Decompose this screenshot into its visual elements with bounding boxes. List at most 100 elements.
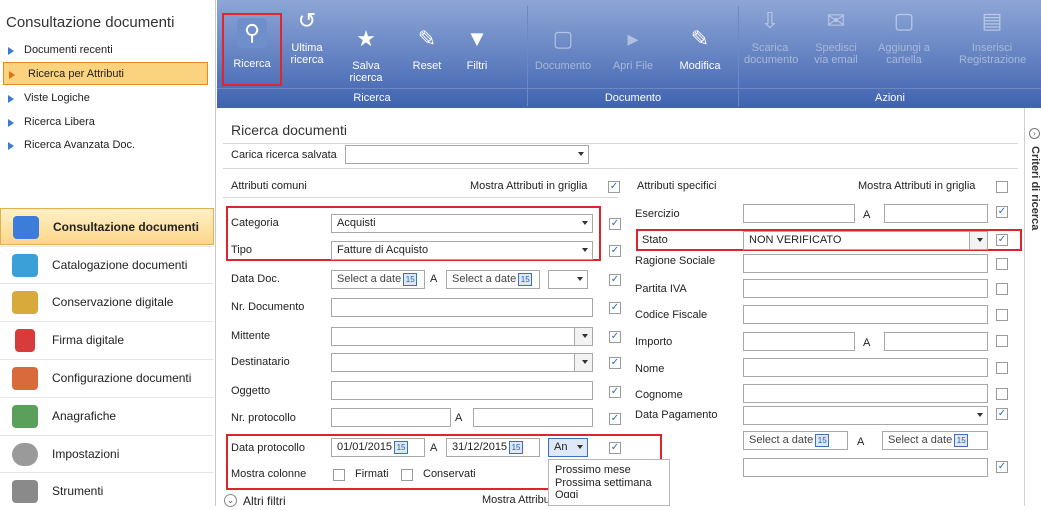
datapag-select[interactable] [743,406,988,425]
module-configurazione[interactable]: Configurazione documenti [0,359,214,396]
oggetto-checkbox[interactable]: ✓ [609,386,621,398]
apri-file-button[interactable]: ▸ Apri File [605,24,661,73]
ragione-checkbox[interactable] [996,258,1008,270]
firmati-checkbox[interactable] [333,469,345,481]
dataprot-label: Data protocollo [231,442,305,454]
aggiungi-cartella-button[interactable]: ▢ Aggiungi a cartella [872,6,936,67]
tipo-select[interactable]: Fatture di Acquisto [331,241,593,260]
filtri-button[interactable]: ▼ Filtri [455,24,499,73]
module-anagrafiche[interactable]: Anagrafiche [0,397,214,434]
ultima-ricerca-button[interactable]: ↺ Ultima ricerca [285,6,329,67]
datadoc-period-select[interactable] [548,270,588,289]
dataprot-from-input[interactable]: 01/01/2015 15 [331,438,425,457]
side-tab-label[interactable]: Criteri di ricerca [1029,146,1041,230]
ragione-input[interactable] [743,254,988,273]
mittente-select[interactable] [331,327,593,346]
expand-icon[interactable]: ⌄ [224,494,237,507]
calendar-icon[interactable]: 15 [403,272,418,286]
datapag-checkbox[interactable]: ✓ [996,408,1008,420]
cf-checkbox[interactable] [996,309,1008,321]
salva-ricerca-button[interactable]: ★ Salva ricerca [335,24,397,85]
cognome-checkbox[interactable] [996,388,1008,400]
nome-input[interactable] [743,358,988,377]
calendar-icon[interactable]: 15 [509,440,524,454]
ricerca-button[interactable]: ⚲ Ricerca [227,18,277,70]
calendar-icon[interactable]: 15 [954,433,969,447]
tipo-checkbox[interactable]: ✓ [609,245,621,257]
categoria-label: Categoria [231,217,279,229]
piva-input[interactable] [743,279,988,298]
nav-ricerca-avanzata[interactable]: Ricerca Avanzata Doc. [0,134,210,157]
nrprot-to-input[interactable] [473,408,593,427]
chevron-right-icon[interactable]: › [1029,128,1040,139]
documento-button[interactable]: ▢ Documento [532,24,594,73]
inserisci-registrazione-button[interactable]: ▤ Inserisci Registrazione [957,6,1027,67]
email-icon: ✉ [826,8,846,33]
group-documento: Documento [528,88,738,106]
destinatario-select[interactable] [331,353,593,372]
esercizio-checkbox[interactable]: ✓ [996,206,1008,218]
load-search-select[interactable] [345,145,589,164]
nrdoc-checkbox[interactable]: ✓ [609,302,621,314]
module-catalogazione[interactable]: Catalogazione documenti [0,246,214,283]
common-grid-checkbox[interactable]: ✓ [608,181,620,193]
stato-select[interactable]: NON VERIFICATO [743,231,988,250]
categoria-checkbox[interactable]: ✓ [609,218,621,230]
esercizio-from-input[interactable] [743,204,855,223]
esercizio-to-input[interactable] [884,204,988,223]
reset-button[interactable]: ✎ Reset [405,24,449,73]
search-icon: ⚲ [237,18,267,48]
mittente-checkbox[interactable]: ✓ [609,331,621,343]
calendar-icon[interactable]: 15 [815,433,830,447]
module-strumenti[interactable]: Strumenti [0,472,214,509]
importo-from-input[interactable] [743,332,855,351]
datapag-from-input[interactable]: Select a date 15 [743,431,848,450]
dataprot-checkbox[interactable]: ✓ [609,442,621,454]
dataprot-to-input[interactable]: 31/12/2015 15 [446,438,540,457]
datadoc-checkbox[interactable]: ✓ [609,274,621,286]
cognome-input[interactable] [743,384,988,403]
criteria-side-panel[interactable]: › Criteri di ricerca [1024,108,1041,506]
module-firma[interactable]: Firma digitale [0,321,214,358]
scarica-documento-button[interactable]: ⇩ Scarica documento [741,6,799,67]
option-prossimo-mese[interactable]: Prossimo mese [549,460,669,476]
search-panel: Ricerca documenti Carica ricerca salvata… [217,108,1024,508]
nome-checkbox[interactable] [996,362,1008,374]
arrow-icon [8,119,14,127]
module-conservazione[interactable]: Conservazione digitale [0,283,214,320]
cf-input[interactable] [743,305,988,324]
specific-grid-checkbox[interactable] [996,181,1008,193]
categoria-select[interactable]: Acquisti [331,214,593,233]
importo-to-input[interactable] [884,332,988,351]
dataprot-period-select[interactable]: An [548,438,588,457]
conservati-checkbox[interactable] [401,469,413,481]
destinatario-checkbox[interactable]: ✓ [609,357,621,369]
nav-ricerca-libera[interactable]: Ricerca Libera [0,111,210,134]
option-prossima-settimana[interactable]: Prossima settimana [549,476,669,489]
nrprot-checkbox[interactable]: ✓ [609,413,621,425]
extra-input[interactable] [743,458,988,477]
module-impostazioni[interactable]: Impostazioni [0,435,214,472]
nav-ricerca-per-attributi[interactable]: Ricerca per Attributi [3,62,208,85]
chevron-down-icon [977,413,983,417]
datadoc-to-input[interactable]: Select a date 15 [446,270,540,289]
piva-checkbox[interactable] [996,283,1008,295]
nav-viste-logiche[interactable]: Viste Logiche [0,87,210,110]
nrprot-from-input[interactable] [331,408,451,427]
oggetto-input[interactable] [331,381,593,400]
datapag-to-input[interactable]: Select a date 15 [882,431,988,450]
nav-documenti-recenti[interactable]: Documenti recenti [0,39,210,62]
datadoc-from-input[interactable]: Select a date 15 [331,270,425,289]
stato-checkbox[interactable]: ✓ [996,234,1008,246]
calendar-icon[interactable]: 15 [518,272,533,286]
option-oggi[interactable]: Oggi [549,489,669,498]
chevron-down-icon [582,360,588,364]
importo-checkbox[interactable] [996,335,1008,347]
modifica-button[interactable]: ✎ Modifica [674,24,726,73]
module-consultazione[interactable]: Consultazione documenti [0,208,214,245]
spedisci-email-button[interactable]: ✉ Spedisci via email [805,6,867,67]
calendar-icon[interactable]: 15 [394,440,409,454]
chevron-down-icon [582,248,588,252]
extra-checkbox[interactable]: ✓ [996,461,1008,473]
nrdoc-input[interactable] [331,298,593,317]
